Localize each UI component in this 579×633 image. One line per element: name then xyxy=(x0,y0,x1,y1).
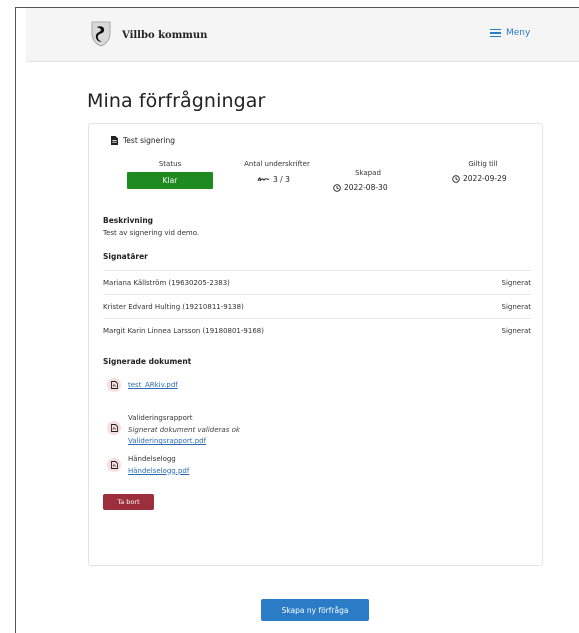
valid-until-value: 2022-09-29 xyxy=(463,174,507,183)
navbar: Villbo kommun Meny xyxy=(26,8,579,62)
description-text: Test av signering vid demo. xyxy=(103,229,200,237)
menu-label: Meny xyxy=(506,28,531,38)
status-label: Status xyxy=(158,160,182,168)
description-heading: Beskrivning xyxy=(103,216,154,225)
page-title: Mina förfrågningar xyxy=(87,90,266,112)
pdf-file-icon xyxy=(107,378,121,392)
created-date: 2022-08-30 xyxy=(333,183,388,192)
event-log-pdf-link[interactable]: Händelselogg.pdf xyxy=(128,466,189,478)
signatures-value: 3 / 3 xyxy=(273,175,290,184)
signer-row: Krister Edvard Hulting (19210811-9138) S… xyxy=(103,294,531,318)
signer-name: Mariana Källström (19630205-2383) xyxy=(103,278,230,287)
validation-note: Signerat dokument valideras ok xyxy=(128,425,240,434)
crest-logo-icon[interactable] xyxy=(90,21,112,47)
request-card: Test signering Status Klar Antal undersk… xyxy=(88,123,543,566)
hamburger-icon xyxy=(490,28,501,38)
clock-icon xyxy=(452,174,460,183)
valid-until-label: Giltig till xyxy=(468,160,498,168)
validation-title: Valideringsrapport xyxy=(128,414,193,422)
valid-until-date: 2022-09-29 xyxy=(452,174,507,183)
signatures-count: 3 / 3 xyxy=(257,175,290,184)
delete-button[interactable]: Ta bort xyxy=(103,494,154,510)
archive-pdf-link[interactable]: test_ARkiv.pdf xyxy=(128,381,178,389)
created-label: Skapad xyxy=(355,169,381,177)
pdf-file-icon xyxy=(107,421,121,435)
signers-heading: Signatärer xyxy=(103,252,148,261)
document-icon xyxy=(111,136,118,145)
signer-name: Margit Karin Linnea Larsson (19180801-91… xyxy=(103,326,264,335)
signature-icon xyxy=(257,177,270,182)
created-value: 2022-08-30 xyxy=(344,183,388,192)
event-log-title: Händelselogg xyxy=(128,455,176,463)
browser-frame: Villbo kommun Meny Mina förfrågningar Te… xyxy=(15,7,579,633)
signatures-label: Antal underskrifter xyxy=(244,160,310,168)
event-log: Händelselogg Händelselogg.pdf xyxy=(107,454,189,477)
request-name: Test signering xyxy=(123,136,175,145)
documents-heading: Signerade dokument xyxy=(103,357,192,366)
signer-status: Signerat xyxy=(501,326,532,335)
status-badge: Klar xyxy=(127,172,213,189)
signer-name: Krister Edvard Hulting (19210811-9138) xyxy=(103,302,244,311)
menu-button[interactable]: Meny xyxy=(490,28,530,38)
request-title: Test signering xyxy=(111,136,175,145)
signer-row: Mariana Källström (19630205-2383) Signer… xyxy=(103,270,531,294)
new-request-button[interactable]: Skapa ny förfråga xyxy=(261,599,369,621)
archive-document: test_ARkiv.pdf xyxy=(107,378,178,392)
validation-report: Valideringsrapport Signerat dokument val… xyxy=(107,413,240,448)
brand-name[interactable]: Villbo kommun xyxy=(122,30,207,41)
signer-status: Signerat xyxy=(501,302,532,311)
validation-pdf-link[interactable]: Valideringsrapport.pdf xyxy=(128,436,240,448)
pdf-file-icon xyxy=(107,458,121,472)
clock-icon xyxy=(333,183,341,192)
signer-row: Margit Karin Linnea Larsson (19180801-91… xyxy=(103,318,531,342)
signer-status: Signerat xyxy=(501,278,532,287)
